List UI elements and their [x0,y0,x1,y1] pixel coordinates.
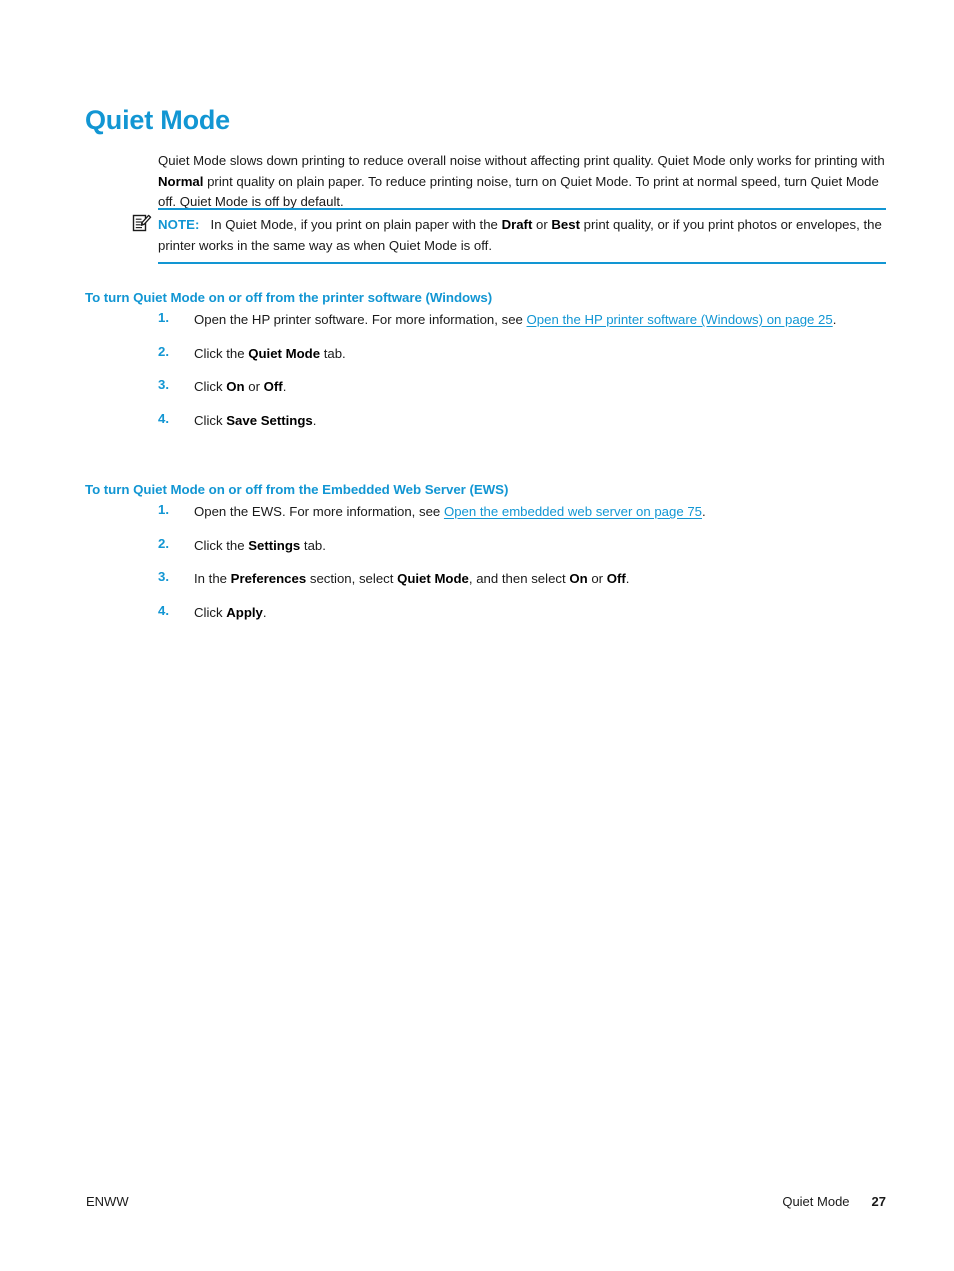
note-bold-draft: Draft [501,217,533,232]
note-body: NOTE: In Quiet Mode, if you print on plai… [130,210,886,262]
cross-reference-link[interactable]: Open the HP printer software (Windows) o… [527,312,833,327]
step-text-part1: Click [194,379,227,394]
step-text-part1: Click the [194,345,249,361]
section-heading-windows: To turn Quiet Mode on or off from the pr… [85,290,493,306]
note-admonition: NOTE: In Quiet Mode, if you print on plai… [130,208,886,264]
step-text: Click the Settings tab. [194,536,886,557]
step-bold-save-settings: Save Settings [226,412,313,428]
step-bold-settings: Settings [248,537,301,553]
note-bold-best: Best [551,217,580,232]
step-text-part4: or [587,571,607,586]
list-item: 4. Click Save Settings. [158,411,886,432]
step-bold-on: On [569,571,588,586]
step-text-part1: In the [194,571,231,586]
footer-right: Quiet Mode 27 [782,1194,886,1209]
list-item: 2. Click the Quiet Mode tab. [158,344,886,365]
step-text: In the Preferences section, select Quiet… [194,569,886,590]
step-number: 2. [158,535,169,551]
step-bold-quiet-mode: Quiet Mode [248,345,321,361]
step-text-part2: tab. [300,537,326,553]
step-text: Click the Quiet Mode tab. [194,344,886,365]
footer-chapter-title: Quiet Mode [782,1194,850,1209]
list-item: 2. Click the Settings tab. [158,536,886,557]
intro-text-part2: print quality on plain paper. To reduce … [158,173,879,210]
step-bold-on: On [226,379,245,394]
step-text-part5: . [625,571,630,586]
note-pencil-icon [132,213,152,233]
step-bold-apply: Apply [226,604,263,620]
step-text-part1: Click the [194,537,249,553]
step-text: Click Save Settings. [194,411,886,432]
intro-text-part1: Quiet Mode slows down printing to reduce… [158,153,885,169]
step-number: 3. [158,377,169,392]
step-text-part2: . [832,312,837,327]
list-item: 3. In the Preferences section, select Qu… [158,569,886,590]
step-text-part2: tab. [320,345,346,361]
step-bold-quiet-mode: Quiet Mode [397,571,469,586]
footer-page-number: 27 [871,1194,886,1209]
step-number: 4. [158,602,169,618]
step-text-part1: Click [194,412,227,428]
step-text-part2: section, select [306,571,398,586]
list-item: 3. Click On or Off. [158,377,886,398]
step-bold-off: Off [606,571,626,586]
step-number: 4. [158,410,169,426]
note-text-part1: In Quiet Mode, if you print on plain pap… [210,217,502,232]
steps-list-ews: 1. Open the EWS. For more information, s… [158,502,886,623]
note-label: NOTE: [158,217,200,232]
cross-reference-link[interactable]: Open the embedded web server on page 75 [444,504,702,519]
page-title: Quiet Mode [85,105,230,136]
step-text-part3: . [282,379,287,394]
steps-list-windows: 1. Open the HP printer software. For mor… [158,310,886,431]
note-bottom-rule [158,262,886,264]
step-number: 3. [158,569,169,584]
step-text-part2: . [262,604,267,620]
step-text-part1: Click [194,604,227,620]
note-text-part2: or [532,217,552,232]
footer-locale: ENWW [86,1194,129,1209]
step-bold-off: Off [263,379,283,394]
step-text: Click Apply. [194,603,886,624]
step-number: 2. [158,343,169,359]
step-text-part1: Open the HP printer software. For more i… [194,312,527,327]
step-bold-preferences: Preferences [230,571,307,586]
step-text: Open the EWS. For more information, see … [194,502,886,523]
intro-bold-normal: Normal [158,173,204,189]
note-text: NOTE: In Quiet Mode, if you print on plai… [158,215,886,256]
step-text-part2: . [702,504,706,519]
step-text-part2: or [244,379,264,394]
step-text-part3: , and then select [468,571,570,586]
step-number: 1. [158,502,169,517]
step-text-part2: . [312,412,317,428]
step-number: 1. [158,310,169,325]
section-heading-ews: To turn Quiet Mode on or off from the Em… [85,482,509,498]
intro-paragraph: Quiet Mode slows down printing to reduce… [158,151,886,213]
step-text: Open the HP printer software. For more i… [194,310,886,331]
list-item: 1. Open the EWS. For more information, s… [158,502,886,523]
step-text: Click On or Off. [194,377,886,398]
list-item: 4. Click Apply. [158,603,886,624]
list-item: 1. Open the HP printer software. For mor… [158,310,886,331]
document-page: Quiet Mode Quiet Mode slows down printin… [0,0,954,1271]
step-text-part1: Open the EWS. For more information, see [194,504,444,519]
